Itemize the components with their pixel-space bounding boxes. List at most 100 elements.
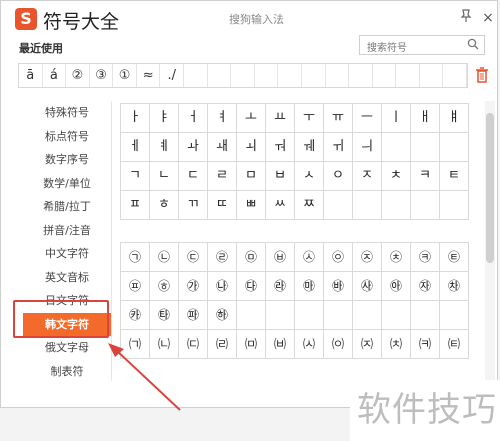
sidebar-item[interactable]: 拼音/注音 xyxy=(23,219,111,243)
recent-symbol[interactable] xyxy=(184,64,208,87)
symbol-cell[interactable] xyxy=(440,301,469,330)
symbol-cell[interactable]: ㈋ xyxy=(440,330,469,359)
search-input[interactable] xyxy=(365,39,465,58)
symbol-cell[interactable]: ㉰ xyxy=(237,272,266,301)
symbol-cell[interactable]: ㄴ xyxy=(150,162,179,191)
symbol-cell[interactable]: ㉣ xyxy=(208,243,237,272)
symbol-cell[interactable]: ㅇ xyxy=(324,162,353,191)
recent-symbol[interactable] xyxy=(443,64,467,87)
trash-icon[interactable] xyxy=(475,67,489,83)
symbol-cell[interactable]: ㈄ xyxy=(237,330,266,359)
symbol-cell[interactable]: ㈀ xyxy=(121,330,150,359)
symbol-cell[interactable] xyxy=(411,133,440,162)
symbol-cell[interactable]: ㈂ xyxy=(179,330,208,359)
symbol-cell[interactable]: ㉴ xyxy=(353,272,382,301)
recent-symbol[interactable] xyxy=(231,64,255,87)
symbol-cell[interactable]: ㅞ xyxy=(295,133,324,162)
symbol-cell[interactable]: ㅣ xyxy=(382,104,411,133)
recent-symbol[interactable]: ② xyxy=(66,64,90,87)
symbol-cell[interactable]: ㅎ xyxy=(150,191,179,220)
symbol-cell[interactable]: ㉮ xyxy=(179,272,208,301)
symbol-cell[interactable]: ㉬ xyxy=(121,272,150,301)
symbol-cell[interactable]: ㅝ xyxy=(266,133,295,162)
symbol-cell[interactable]: ㉦ xyxy=(295,243,324,272)
symbol-cell[interactable]: ㄲ xyxy=(179,191,208,220)
recent-symbol[interactable] xyxy=(278,64,302,87)
symbol-cell[interactable] xyxy=(382,301,411,330)
symbol-cell[interactable] xyxy=(440,133,469,162)
symbol-cell[interactable]: ㅕ xyxy=(208,104,237,133)
symbol-cell[interactable]: ㈉ xyxy=(382,330,411,359)
symbol-cell[interactable]: ㈈ xyxy=(353,330,382,359)
symbol-cell[interactable]: ㄱ xyxy=(121,162,150,191)
recent-symbol[interactable]: ≈ xyxy=(137,64,161,87)
symbol-cell[interactable]: ㉨ xyxy=(353,243,382,272)
title-bar[interactable]: S 符号大全 搜狗输入法 × xyxy=(1,1,497,37)
recent-symbol[interactable]: ā xyxy=(19,64,43,87)
symbol-cell[interactable]: ㉧ xyxy=(324,243,353,272)
symbol-cell[interactable] xyxy=(237,301,266,330)
symbol-cell[interactable]: ㅖ xyxy=(150,133,179,162)
symbol-cell[interactable]: ㉡ xyxy=(150,243,179,272)
symbol-cell[interactable] xyxy=(411,301,440,330)
sidebar-item[interactable]: 标点符号 xyxy=(23,125,111,149)
recent-symbol[interactable] xyxy=(396,64,420,87)
scrollbar[interactable] xyxy=(485,101,495,381)
symbol-cell[interactable] xyxy=(295,301,324,330)
symbol-cell[interactable]: ㈇ xyxy=(324,330,353,359)
sidebar-item[interactable]: 数字序号 xyxy=(23,148,111,172)
symbol-cell[interactable]: ㉫ xyxy=(440,243,469,272)
sidebar-item[interactable]: 俄文字母 xyxy=(23,336,111,360)
close-button[interactable]: × xyxy=(479,9,497,27)
symbol-cell[interactable]: ㅢ xyxy=(353,133,382,162)
symbol-cell[interactable]: ㈁ xyxy=(150,330,179,359)
recent-symbol[interactable] xyxy=(255,64,279,87)
symbol-cell[interactable]: ㈅ xyxy=(266,330,295,359)
symbol-cell[interactable]: ㅁ xyxy=(237,162,266,191)
symbol-cell[interactable]: ㅚ xyxy=(237,133,266,162)
recent-symbol[interactable]: ③ xyxy=(90,64,114,87)
symbol-cell[interactable]: ㅒ xyxy=(440,104,469,133)
sidebar-item[interactable]: 英文音标 xyxy=(23,266,111,290)
scrollbar-thumb[interactable] xyxy=(486,113,494,263)
symbol-cell[interactable]: ㈃ xyxy=(208,330,237,359)
recent-symbol[interactable] xyxy=(326,64,350,87)
symbol-cell[interactable]: ㅆ xyxy=(266,191,295,220)
symbol-cell[interactable]: ㅔ xyxy=(121,133,150,162)
symbol-cell[interactable]: ㉩ xyxy=(382,243,411,272)
symbol-cell[interactable]: ㅠ xyxy=(324,104,353,133)
symbol-cell[interactable]: ㉱ xyxy=(266,272,295,301)
symbol-cell[interactable]: ㉵ xyxy=(382,272,411,301)
symbol-cell[interactable]: ㅙ xyxy=(208,133,237,162)
recent-symbol[interactable]: ./ xyxy=(160,64,185,87)
symbol-cell[interactable]: ㅑ xyxy=(150,104,179,133)
symbol-cell[interactable]: ㅋ xyxy=(411,162,440,191)
symbol-cell[interactable]: ㅃ xyxy=(237,191,266,220)
symbol-cell[interactable] xyxy=(266,301,295,330)
symbol-cell[interactable]: ㅈ xyxy=(353,162,382,191)
symbol-cell[interactable]: ㉹ xyxy=(150,301,179,330)
recent-symbol[interactable] xyxy=(373,64,397,87)
symbol-cell[interactable] xyxy=(324,191,353,220)
symbol-cell[interactable] xyxy=(382,191,411,220)
sidebar-item[interactable]: 中文字符 xyxy=(23,242,111,266)
symbol-cell[interactable] xyxy=(440,191,469,220)
symbol-cell[interactable]: ㉶ xyxy=(411,272,440,301)
symbol-cell[interactable]: ㅡ xyxy=(353,104,382,133)
symbol-cell[interactable]: ㅗ xyxy=(237,104,266,133)
pin-icon[interactable] xyxy=(457,9,475,27)
symbol-cell[interactable]: ㅐ xyxy=(411,104,440,133)
symbol-cell[interactable]: ㅉ xyxy=(295,191,324,220)
symbol-cell[interactable] xyxy=(411,191,440,220)
symbol-cell[interactable]: ㅌ xyxy=(440,162,469,191)
symbol-cell[interactable]: ㅘ xyxy=(179,133,208,162)
symbol-cell[interactable]: ㅅ xyxy=(295,162,324,191)
symbol-cell[interactable]: ㉢ xyxy=(179,243,208,272)
symbol-cell[interactable]: ㅏ xyxy=(121,104,150,133)
sidebar-item[interactable]: 特殊符号 xyxy=(23,101,111,125)
symbol-cell[interactable] xyxy=(353,191,382,220)
symbol-cell[interactable]: ㉤ xyxy=(237,243,266,272)
sidebar-item[interactable]: 数学/单位 xyxy=(23,172,111,196)
symbol-cell[interactable]: ㄹ xyxy=(208,162,237,191)
recent-symbol[interactable] xyxy=(208,64,232,87)
